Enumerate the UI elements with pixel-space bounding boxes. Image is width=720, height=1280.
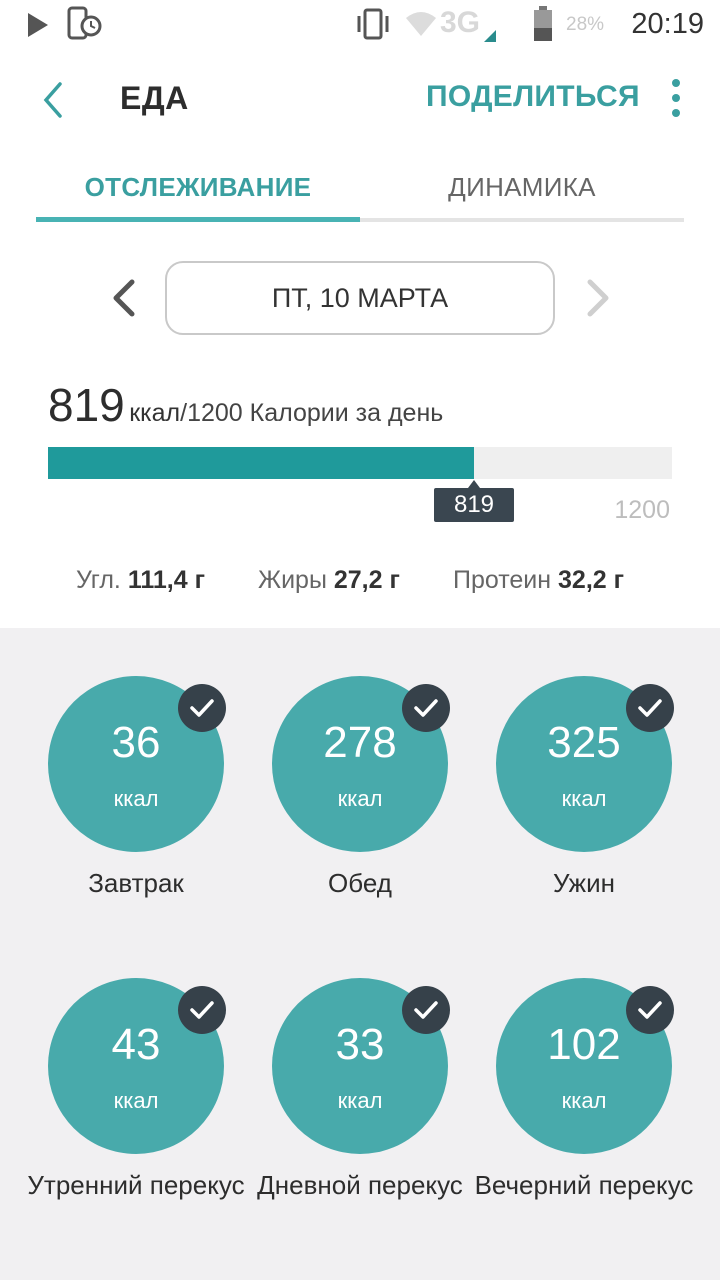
macro-carbs: Угл. 111,4 г xyxy=(76,566,205,595)
meal-label: Завтрак xyxy=(88,868,184,898)
back-arrow-icon[interactable] xyxy=(30,76,78,124)
meal-label: Обед xyxy=(328,868,392,898)
status-bar: 3G 28% 20:19 xyxy=(0,0,720,50)
meal-morning-snack[interactable]: 43 ккал Утренний перекус xyxy=(27,978,272,1258)
meal-label: Утренний перекус xyxy=(27,1170,245,1200)
macro-carbs-value: 111,4 г xyxy=(127,566,205,594)
meal-breakfast[interactable]: 36 ккал Завтрак xyxy=(48,676,272,956)
calorie-summary: 819 ккал/1200 Калории за день xyxy=(48,378,443,432)
calorie-progress-bar xyxy=(48,447,672,479)
play-icon xyxy=(28,13,48,37)
meal-kcal-unit: ккал xyxy=(113,1088,159,1113)
date-selector[interactable]: ПТ, 10 МАРТА xyxy=(165,261,555,335)
battery-level: 28% xyxy=(566,14,605,35)
meal-afternoon-snack[interactable]: 33 ккал Дневной перекус xyxy=(257,978,496,1258)
network-type: 3G xyxy=(440,6,481,39)
meal-label: Ужин xyxy=(553,868,615,898)
previous-day-icon[interactable] xyxy=(104,276,144,320)
macro-protein-value: 32,2 г xyxy=(558,566,625,594)
calorie-progress-fill xyxy=(48,447,474,479)
check-icon xyxy=(626,684,674,732)
progress-tooltip: 819 xyxy=(434,480,514,522)
vibrate-icon xyxy=(357,8,389,40)
meal-kcal-unit: ккал xyxy=(113,786,159,811)
macro-fats: Жиры 27,2 г xyxy=(258,566,400,595)
meal-kcal-unit: ккал xyxy=(561,1088,607,1113)
macros-row: Угл. 111,4 г Жиры 27,2 г Протеин 32,2 г xyxy=(0,566,720,602)
calories-consumed: 819 xyxy=(48,379,125,431)
tab-tracking[interactable]: ОТСЛЕЖИВАНИЕ xyxy=(36,150,360,224)
progress-max-label: 1200 xyxy=(614,496,670,524)
meal-evening-snack[interactable]: 102 ккал Вечерний перекус xyxy=(475,978,720,1258)
share-button[interactable]: ПОДЕЛИТЬСЯ xyxy=(426,80,640,114)
meal-kcal-unit: ккал xyxy=(337,786,383,811)
meal-dinner[interactable]: 325 ккал Ужин xyxy=(496,676,720,956)
meal-kcal-unit: ккал xyxy=(337,1088,383,1113)
phone-clock-icon xyxy=(67,6,102,40)
tab-dynamics[interactable]: ДИНАМИКА xyxy=(360,150,684,224)
macro-carbs-label: Угл. xyxy=(76,566,121,594)
more-options-icon[interactable] xyxy=(660,74,692,122)
next-day-icon[interactable] xyxy=(578,276,618,320)
meals-panel: 36 ккал Завтрак 278 ккал Обед 325 ккал У… xyxy=(0,628,720,1280)
check-icon xyxy=(178,684,226,732)
macro-fats-label: Жиры xyxy=(258,566,327,594)
clock: 20:19 xyxy=(631,8,704,40)
check-icon xyxy=(626,986,674,1034)
macro-protein-label: Протеин xyxy=(453,566,552,594)
page-title: ЕДА xyxy=(120,80,189,116)
macro-fats-value: 27,2 г xyxy=(333,566,400,594)
tab-active-indicator xyxy=(36,217,360,222)
meal-label: Вечерний перекус xyxy=(474,1170,694,1200)
calories-unit: ккал xyxy=(129,399,181,427)
tab-bar: ОТСЛЕЖИВАНИЕ ДИНАМИКА xyxy=(36,150,684,224)
wifi-icon xyxy=(406,12,436,36)
signal-icon xyxy=(484,30,496,42)
meal-lunch[interactable]: 278 ккал Обед xyxy=(272,676,496,956)
check-icon xyxy=(402,986,450,1034)
check-icon xyxy=(178,986,226,1034)
macro-protein: Протеин 32,2 г xyxy=(453,566,624,595)
meal-kcal-unit: ккал xyxy=(561,786,607,811)
check-icon xyxy=(402,684,450,732)
calories-goal-text: /1200 Калории за день xyxy=(180,399,444,427)
battery-icon xyxy=(534,6,552,41)
meal-label: Дневной перекус xyxy=(257,1170,463,1200)
app-bar: ЕДА ПОДЕЛИТЬСЯ xyxy=(0,50,720,145)
